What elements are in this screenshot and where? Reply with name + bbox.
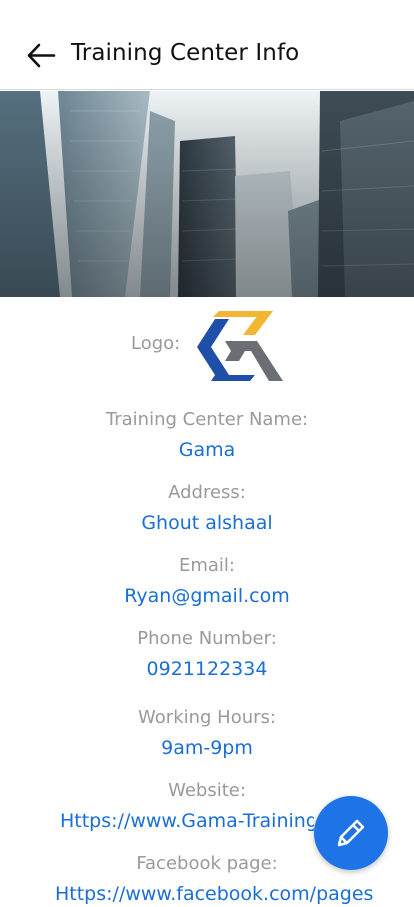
field-working-hours: Working Hours: 9am-9pm — [0, 706, 414, 761]
field-label: Phone Number: — [137, 628, 277, 649]
field-value: Gama — [178, 439, 236, 461]
field-value: 9am-9pm — [161, 737, 253, 759]
field-email: Email: Ryan@gmail.com — [0, 554, 414, 609]
center-logo-image — [195, 309, 287, 383]
edit-button[interactable] — [314, 796, 388, 870]
field-phone-number: Phone Number: 0921122334 — [0, 627, 414, 682]
logo-label: Logo: — [131, 333, 181, 354]
pencil-icon — [337, 819, 365, 847]
page-title: Training Center Info — [71, 40, 300, 66]
app-bar: Training Center Info — [0, 0, 414, 90]
field-value[interactable]: Ryan@gmail.com — [0, 583, 414, 609]
field-label: Working Hours: — [138, 707, 276, 728]
logo-row: Logo: — [0, 309, 414, 381]
field-value: Ghout alshaal — [141, 512, 273, 534]
hero-image — [0, 91, 414, 297]
website-link[interactable]: Https://www.Gama-Training. — [0, 808, 314, 834]
field-value[interactable]: 0921122334 — [0, 656, 414, 682]
field-training-center-name: Training Center Name: Gama — [0, 408, 414, 463]
field-address: Address: Ghout alshaal — [0, 481, 414, 536]
back-button[interactable] — [26, 42, 56, 70]
arrow-left-icon — [27, 43, 56, 68]
facebook-link[interactable]: Https://www.facebook.com/pages — [0, 881, 414, 907]
field-label: Address: — [168, 482, 246, 503]
field-label: Email: — [178, 555, 235, 576]
field-label: Training Center Name: — [105, 409, 309, 430]
